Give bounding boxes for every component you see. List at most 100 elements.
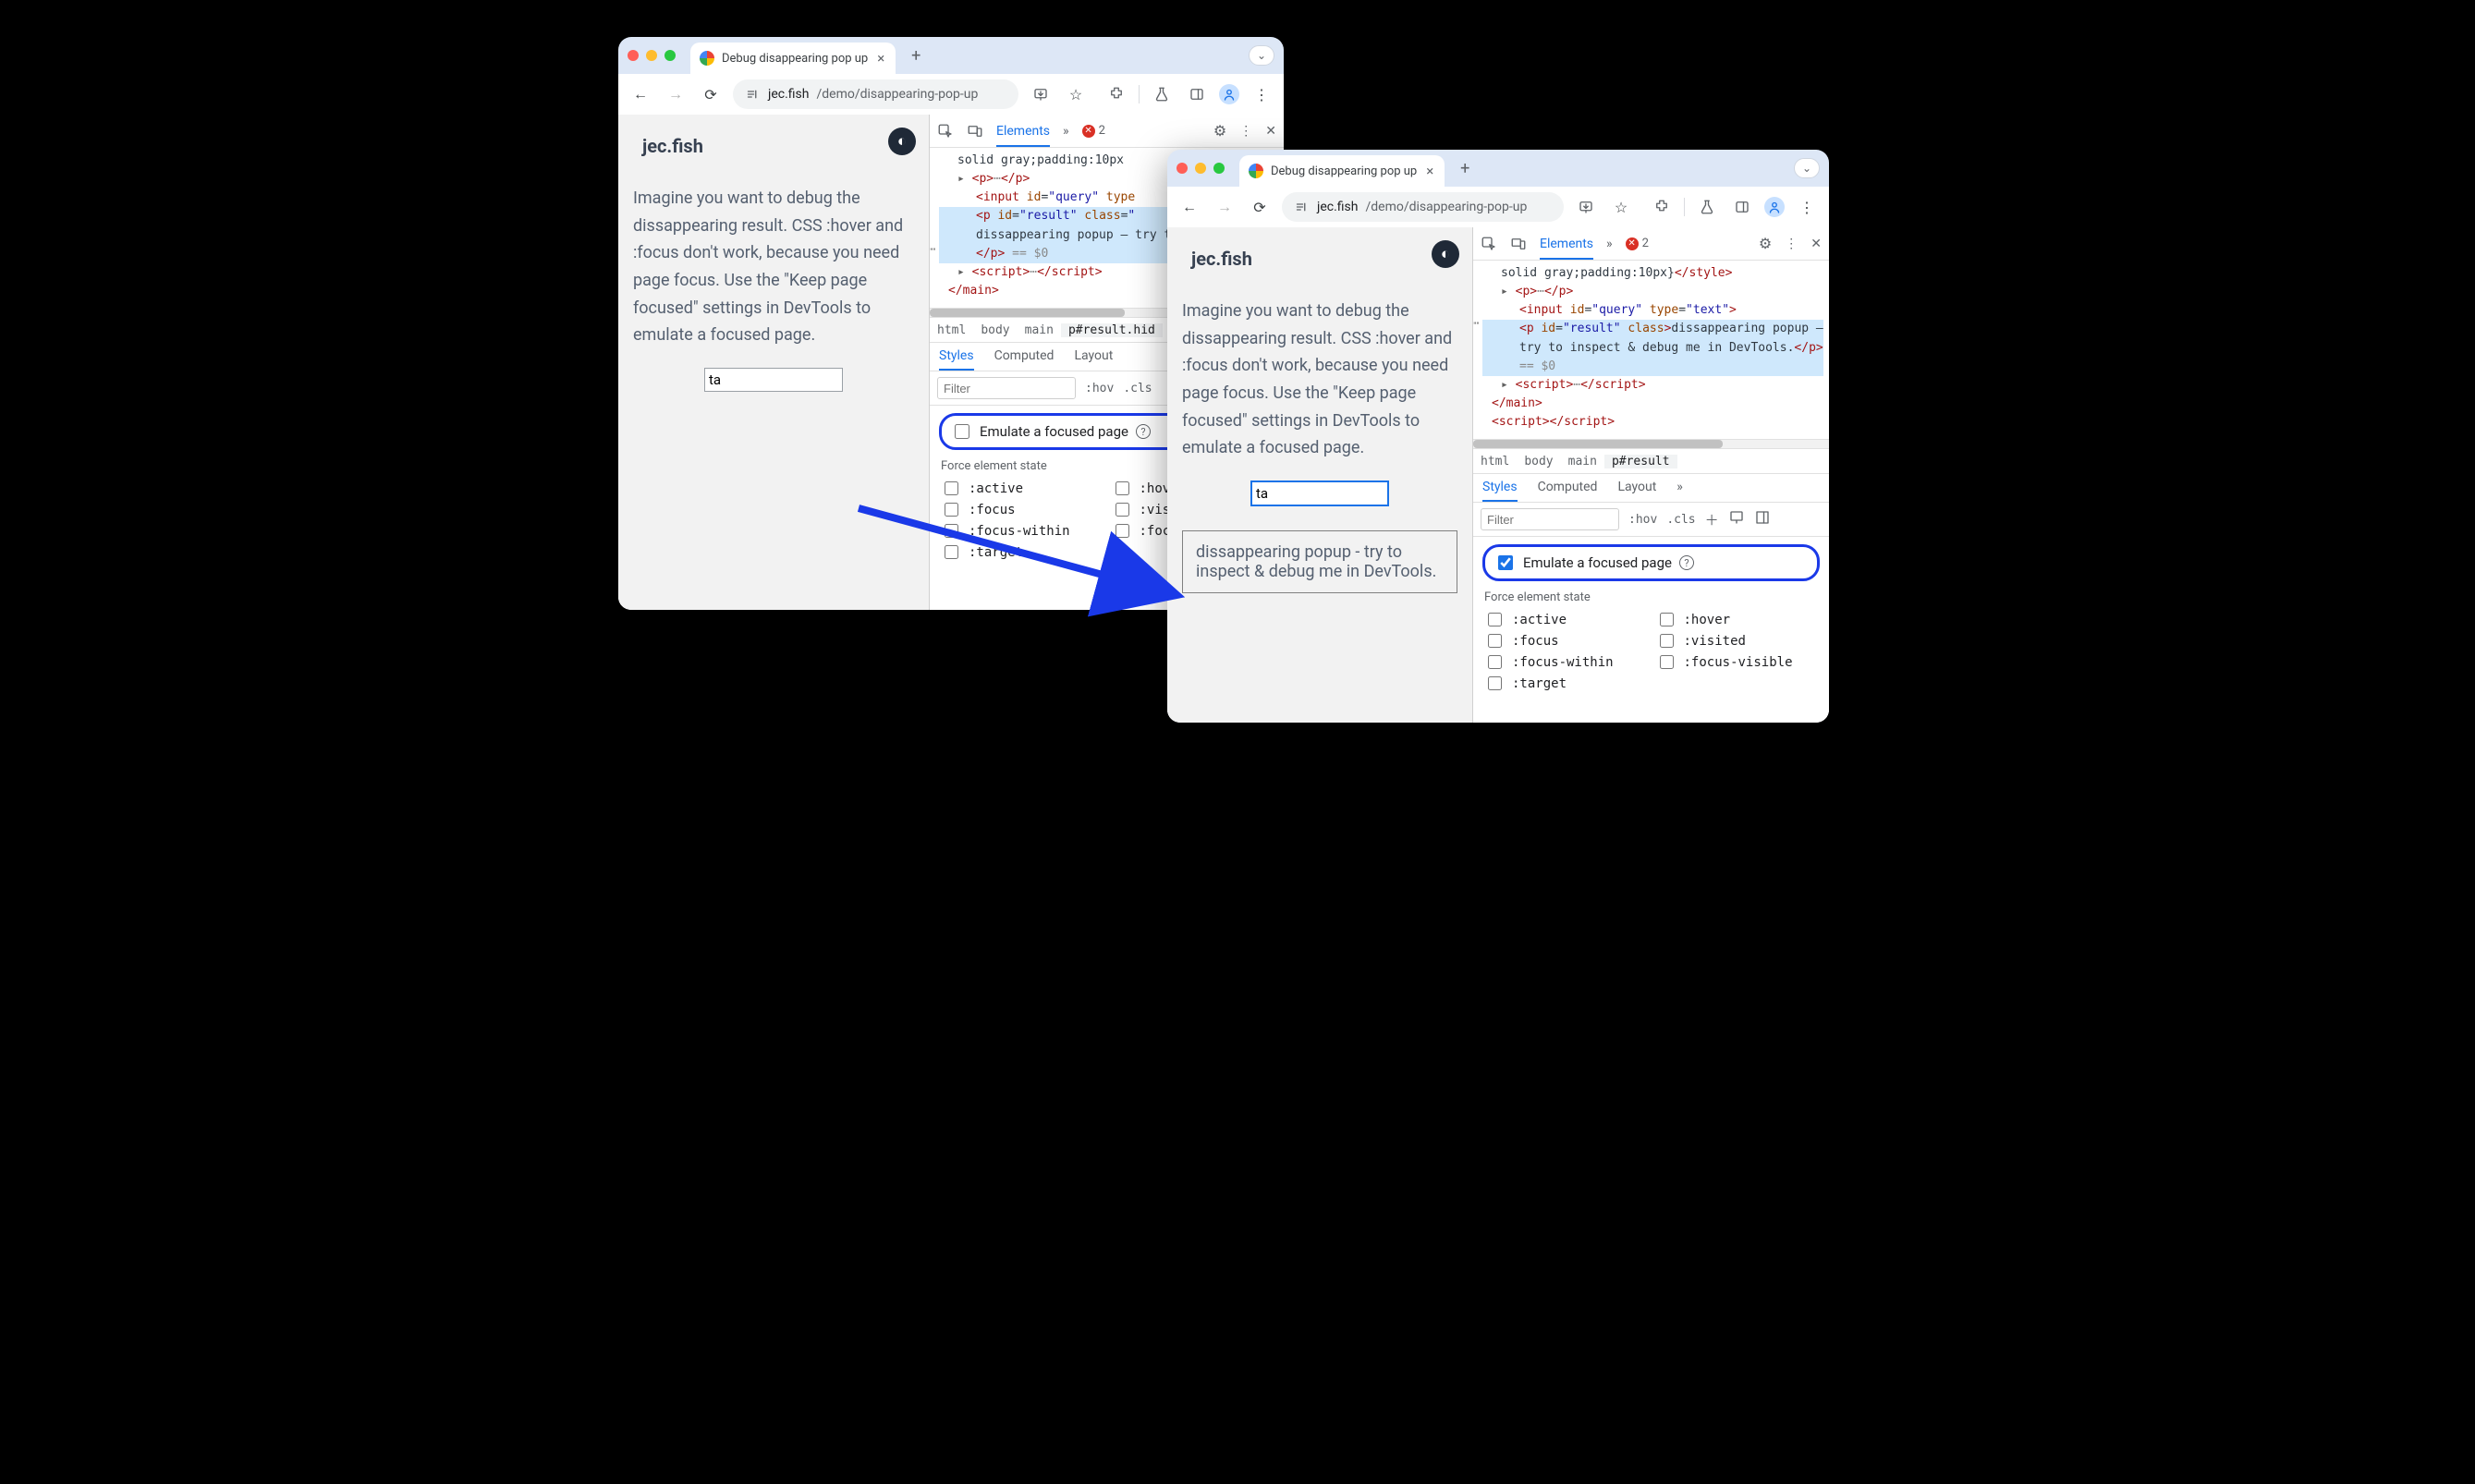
- tab-computed[interactable]: Computed: [1538, 480, 1598, 502]
- tab-close-icon[interactable]: ×: [875, 50, 886, 67]
- browser-tab[interactable]: Debug disappearing pop up ×: [1239, 155, 1445, 187]
- close-window-icon[interactable]: [1177, 163, 1188, 174]
- tab-styles[interactable]: Styles: [939, 348, 974, 371]
- maximize-window-icon[interactable]: [664, 50, 676, 61]
- experiments-icon[interactable]: [1149, 81, 1175, 107]
- new-tab-button[interactable]: +: [903, 43, 929, 68]
- state-focus-within[interactable]: :focus-within: [941, 521, 1103, 541]
- browser-toolbar: ← → ⟳ jec.fish/demo/disappearing-pop-up …: [618, 74, 1284, 115]
- device-toggle-icon[interactable]: [967, 123, 983, 140]
- traffic-lights: [628, 50, 676, 61]
- tab-styles[interactable]: Styles: [1482, 480, 1518, 502]
- page-content: jec.fish ◐ Imagine you want to debug the…: [618, 115, 929, 610]
- url-bar[interactable]: jec.fish/demo/disappearing-pop-up: [733, 79, 1018, 109]
- rendering-icon[interactable]: [1728, 509, 1745, 529]
- minimize-window-icon[interactable]: [646, 50, 657, 61]
- query-input[interactable]: [704, 368, 843, 392]
- tab-close-icon[interactable]: ×: [1424, 163, 1435, 179]
- site-settings-icon[interactable]: [744, 86, 761, 103]
- more-tabs-icon[interactable]: »: [1063, 124, 1069, 139]
- cls-toggle[interactable]: .cls: [1123, 382, 1152, 395]
- site-settings-icon[interactable]: [1293, 199, 1310, 215]
- url-bar[interactable]: jec.fish/demo/disappearing-pop-up: [1282, 192, 1564, 222]
- dom-tree[interactable]: ⋯ solid gray;padding:10px}</style> ▸ <p>…: [1473, 261, 1829, 439]
- force-state-grid: :active :hover :focus :visited :focus-wi…: [1473, 606, 1829, 702]
- styles-tabs: Styles Computed Layout »: [1473, 474, 1829, 503]
- state-focus-within[interactable]: :focus-within: [1484, 652, 1647, 672]
- styles-filter-input[interactable]: [937, 377, 1076, 399]
- state-target[interactable]: :target: [1484, 674, 1647, 693]
- cls-toggle[interactable]: .cls: [1666, 513, 1695, 527]
- dom-breadcrumbs[interactable]: html body main p#result: [1473, 448, 1829, 474]
- new-tab-button[interactable]: +: [1452, 155, 1478, 181]
- reload-button[interactable]: ⟳: [1247, 194, 1273, 220]
- help-icon[interactable]: ?: [1679, 555, 1694, 570]
- emulate-focused-page-highlight: Emulate a focused page ?: [1482, 544, 1820, 581]
- state-active[interactable]: :active: [1484, 610, 1647, 629]
- tab-elements[interactable]: Elements: [996, 124, 1050, 147]
- more-styles-tabs-icon[interactable]: »: [1676, 480, 1683, 502]
- state-focus[interactable]: :focus: [941, 500, 1103, 519]
- favicon-icon: [700, 51, 714, 66]
- extensions-icon[interactable]: [1649, 194, 1675, 220]
- back-button[interactable]: ←: [1177, 194, 1202, 220]
- state-hover[interactable]: :hover: [1656, 610, 1819, 629]
- forward-button[interactable]: →: [1212, 194, 1238, 220]
- reload-button[interactable]: ⟳: [698, 81, 724, 107]
- hov-toggle[interactable]: :hov: [1628, 513, 1657, 527]
- state-active[interactable]: :active: [941, 479, 1103, 498]
- side-panel-icon[interactable]: [1729, 194, 1755, 220]
- tab-elements[interactable]: Elements: [1540, 237, 1593, 260]
- state-target[interactable]: :target: [941, 542, 1103, 562]
- emulate-focused-page-checkbox[interactable]: [955, 424, 969, 439]
- emulate-focused-page-checkbox[interactable]: [1498, 555, 1513, 570]
- devtools-settings-icon[interactable]: ⚙: [1759, 235, 1772, 252]
- devtools-menu-icon[interactable]: ⋮: [1239, 124, 1252, 139]
- bookmark-icon[interactable]: ☆: [1063, 81, 1089, 107]
- tab-computed[interactable]: Computed: [994, 348, 1055, 371]
- more-tabs-icon[interactable]: »: [1606, 237, 1613, 251]
- minimize-window-icon[interactable]: [1195, 163, 1206, 174]
- device-toggle-icon[interactable]: [1510, 236, 1527, 252]
- browser-menu-icon[interactable]: ⋮: [1794, 194, 1820, 220]
- query-input[interactable]: [1250, 480, 1389, 506]
- styles-filter-input[interactable]: [1481, 508, 1619, 530]
- tab-layout[interactable]: Layout: [1617, 480, 1656, 502]
- dark-mode-toggle[interactable]: ◐: [888, 128, 916, 155]
- devtools-settings-icon[interactable]: ⚙: [1213, 122, 1226, 140]
- install-app-icon[interactable]: [1573, 194, 1599, 220]
- hov-toggle[interactable]: :hov: [1085, 382, 1114, 395]
- maximize-window-icon[interactable]: [1213, 163, 1225, 174]
- back-button[interactable]: ←: [628, 81, 653, 107]
- state-focus-visible[interactable]: :focus-visible: [1656, 652, 1819, 672]
- tab-layout[interactable]: Layout: [1074, 348, 1113, 371]
- new-style-rule-icon[interactable]: ＋: [1705, 510, 1719, 529]
- devtools-close-icon[interactable]: ✕: [1265, 124, 1276, 139]
- error-badge[interactable]: ✕2: [1082, 124, 1105, 138]
- result-popup: dissappearing popup - try to inspect & d…: [1182, 530, 1457, 593]
- tab-dropdown-button[interactable]: ⌄: [1249, 45, 1274, 66]
- computed-panel-icon[interactable]: [1754, 509, 1771, 529]
- install-app-icon[interactable]: [1028, 81, 1054, 107]
- page-content: jec.fish ◐ Imagine you want to debug the…: [1167, 227, 1472, 723]
- state-visited[interactable]: :visited: [1656, 631, 1819, 651]
- forward-button[interactable]: →: [663, 81, 689, 107]
- profile-avatar[interactable]: [1219, 84, 1239, 104]
- extensions-icon[interactable]: [1103, 81, 1129, 107]
- help-icon[interactable]: ?: [1136, 424, 1151, 439]
- devtools-close-icon[interactable]: ✕: [1811, 237, 1822, 251]
- browser-menu-icon[interactable]: ⋮: [1249, 81, 1274, 107]
- experiments-icon[interactable]: [1694, 194, 1720, 220]
- tab-dropdown-button[interactable]: ⌄: [1794, 158, 1820, 178]
- error-badge[interactable]: ✕2: [1626, 237, 1649, 250]
- close-window-icon[interactable]: [628, 50, 639, 61]
- inspect-element-icon[interactable]: [1481, 236, 1497, 252]
- bookmark-icon[interactable]: ☆: [1608, 194, 1634, 220]
- inspect-element-icon[interactable]: [937, 123, 954, 140]
- browser-tab[interactable]: Debug disappearing pop up ×: [690, 43, 896, 74]
- devtools-menu-icon[interactable]: ⋮: [1785, 237, 1798, 251]
- dark-mode-toggle[interactable]: ◐: [1432, 240, 1459, 268]
- state-focus[interactable]: :focus: [1484, 631, 1647, 651]
- profile-avatar[interactable]: [1764, 197, 1785, 217]
- side-panel-icon[interactable]: [1184, 81, 1210, 107]
